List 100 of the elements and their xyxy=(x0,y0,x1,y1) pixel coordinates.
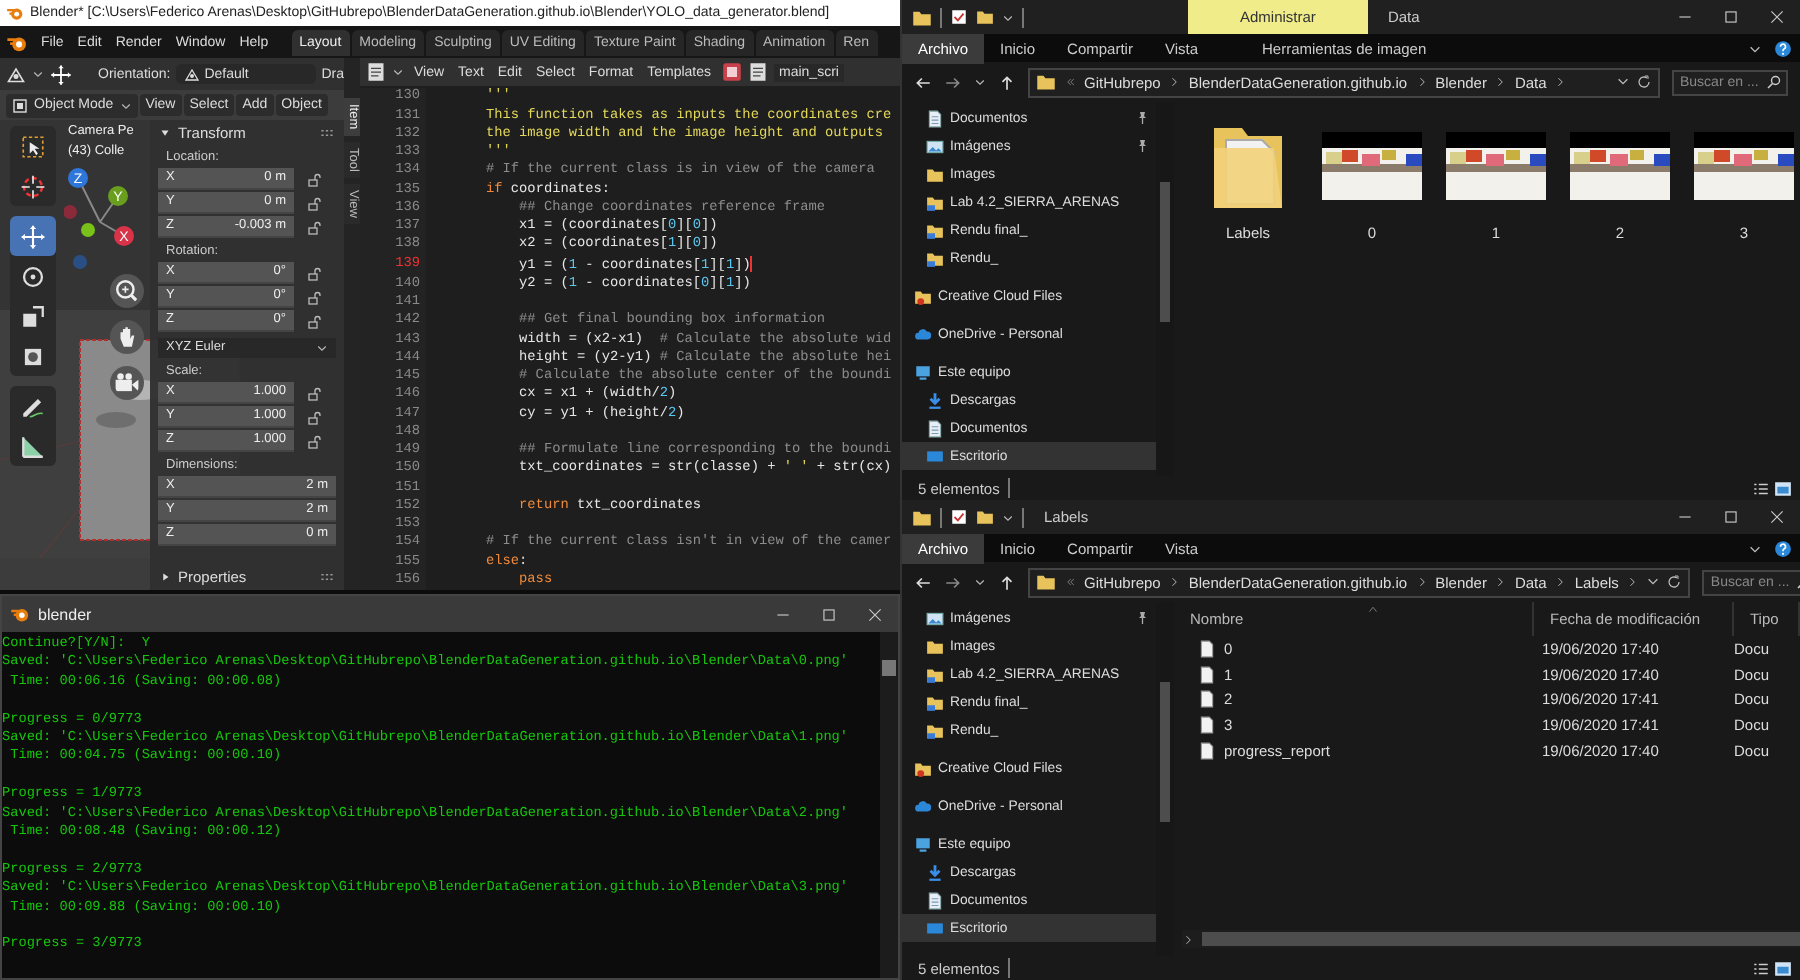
lock-icon[interactable] xyxy=(306,385,322,401)
scrollbar[interactable] xyxy=(880,632,898,978)
refresh-icon xyxy=(1666,574,1683,590)
object-mode-icon xyxy=(12,97,28,113)
chevron-icon xyxy=(32,68,44,80)
back-icon[interactable] xyxy=(914,73,932,91)
chevron-icon xyxy=(1554,576,1567,588)
collapse-icon xyxy=(158,126,172,140)
desktop-icon xyxy=(926,447,944,465)
scrollbar[interactable] xyxy=(1182,930,1800,948)
folder-icon xyxy=(1036,572,1056,592)
folder-icon xyxy=(914,287,932,305)
close-icon[interactable] xyxy=(1768,508,1786,526)
image-thumbnail xyxy=(1446,132,1546,200)
folder-icon xyxy=(926,665,944,683)
lock-icon[interactable] xyxy=(306,171,322,187)
disclosure-icon[interactable] xyxy=(158,570,172,584)
properties-icon[interactable] xyxy=(950,8,968,26)
chevron-icon xyxy=(1554,76,1567,88)
blender-logo-icon xyxy=(10,604,30,624)
image-thumbnail xyxy=(1322,132,1422,200)
orientation-icon xyxy=(184,66,201,82)
search-icon xyxy=(1766,74,1782,90)
new-folder-icon[interactable] xyxy=(976,8,994,26)
download-arrow-icon xyxy=(926,391,944,409)
download-arrow-icon xyxy=(926,863,944,881)
folder-icon xyxy=(912,507,932,527)
help-icon[interactable] xyxy=(1774,39,1792,57)
lock-icon[interactable] xyxy=(306,265,322,281)
tool-button[interactable] xyxy=(10,216,56,256)
lock-icon[interactable] xyxy=(306,409,322,425)
close-icon[interactable] xyxy=(866,605,884,623)
close-icon[interactable] xyxy=(1768,8,1786,26)
transform-icon xyxy=(20,343,46,369)
details-view-icon[interactable] xyxy=(1752,959,1770,977)
lock-icon[interactable] xyxy=(306,289,322,305)
chevron-icon xyxy=(1168,76,1181,88)
maximize-icon[interactable] xyxy=(820,605,838,623)
collapsed-icon xyxy=(158,570,172,584)
script-icon[interactable] xyxy=(721,62,741,83)
folder-icon xyxy=(926,249,944,267)
folder-icon xyxy=(1036,72,1056,92)
properties-icon[interactable] xyxy=(950,508,968,526)
chevron-icon xyxy=(1494,76,1507,88)
customize-icon[interactable] xyxy=(1002,511,1014,523)
lock-icon[interactable] xyxy=(306,433,322,449)
ruler-icon xyxy=(20,433,46,459)
folder-icon xyxy=(926,637,944,655)
cursor-icon xyxy=(20,173,46,199)
recent-icon[interactable] xyxy=(974,76,986,88)
expand-ribbon-icon[interactable] xyxy=(1748,541,1762,555)
forward-icon[interactable] xyxy=(944,573,962,591)
maximize-icon[interactable] xyxy=(1722,508,1740,526)
cloud-icon xyxy=(914,325,932,343)
overflow-icon xyxy=(1064,576,1076,588)
pivot-icon[interactable] xyxy=(6,64,26,84)
history-icon xyxy=(1616,74,1630,88)
help-icon[interactable] xyxy=(1774,539,1792,557)
expand-ribbon-icon[interactable] xyxy=(1748,41,1762,55)
maximize-icon[interactable] xyxy=(1722,8,1740,26)
back-icon[interactable] xyxy=(914,573,932,591)
forward-icon[interactable] xyxy=(944,73,962,91)
computer-icon xyxy=(914,835,932,853)
rotate-icon xyxy=(20,263,46,289)
folder-icon xyxy=(914,759,932,777)
chevron-icon xyxy=(392,66,404,79)
desktop-icon xyxy=(926,919,944,937)
pin-icon xyxy=(1134,110,1150,126)
large-icons-view-icon[interactable] xyxy=(1774,959,1792,977)
large-icons-view-icon[interactable] xyxy=(1774,479,1792,497)
editor-type-icon[interactable] xyxy=(366,62,386,83)
window-title: blender xyxy=(38,605,92,623)
gizmo-icon[interactable] xyxy=(50,63,72,85)
sort-caret-icon xyxy=(1366,602,1380,616)
select-box-icon xyxy=(20,133,46,159)
documents-icon xyxy=(926,891,944,909)
customize-icon[interactable] xyxy=(1002,11,1014,23)
chevron-icon xyxy=(316,342,328,354)
computer-icon xyxy=(914,363,932,381)
folder-icon xyxy=(926,221,944,239)
up-icon[interactable] xyxy=(998,73,1016,91)
lock-icon[interactable] xyxy=(306,195,322,211)
chevron-icon xyxy=(1168,576,1181,588)
details-view-icon[interactable] xyxy=(1752,479,1770,497)
recent-icon[interactable] xyxy=(974,576,986,588)
overflow-icon xyxy=(1064,76,1076,88)
cloud-icon xyxy=(914,797,932,815)
lock-icon[interactable] xyxy=(306,313,322,329)
up-icon[interactable] xyxy=(998,573,1016,591)
chevron-icon xyxy=(1494,576,1507,588)
lock-icon[interactable] xyxy=(306,219,322,235)
folder-icon xyxy=(926,693,944,711)
new-folder-icon[interactable] xyxy=(976,508,994,526)
scale-icon xyxy=(20,303,46,329)
pin-icon xyxy=(1134,138,1150,154)
chevron-icon xyxy=(119,99,132,111)
text-block-icon[interactable] xyxy=(747,62,767,83)
image-thumbnail xyxy=(1570,132,1670,200)
folder-icon xyxy=(912,7,932,27)
chevron-icon xyxy=(1415,576,1428,588)
